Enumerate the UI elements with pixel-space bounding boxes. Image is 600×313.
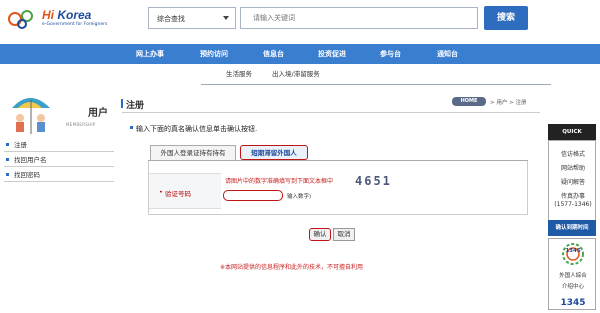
subnav-divider <box>201 84 551 85</box>
brand-tagline: e-Government for Foreigners <box>42 22 108 27</box>
site-logo[interactable]: Hi Korea e-Government for Foreigners <box>8 8 108 30</box>
breadcrumb: > 用户 > 注册 <box>490 100 527 106</box>
confirm-button[interactable]: 确认 <box>309 228 331 241</box>
nav-item-notice[interactable]: 通知台 <box>437 44 458 64</box>
verification-code-label: 验证号码 <box>159 188 191 198</box>
search-button[interactable]: 搜索 <box>484 6 528 30</box>
quick-header: QUICK <box>548 124 596 140</box>
captcha-input[interactable] <box>223 190 283 201</box>
brand-name: Hi Korea <box>42 8 92 22</box>
sidebar-item-find-password[interactable]: 找回密码 <box>4 168 114 182</box>
quick-item-fax-service[interactable]: 传真办事 <box>549 191 597 200</box>
search-category-select[interactable]: 综合查找 <box>148 7 236 29</box>
quick-item-petition-form[interactable]: 信访格式 <box>549 149 597 158</box>
captcha-input-note: 输入数字) <box>287 194 312 200</box>
search-category-value: 综合查找 <box>157 15 185 23</box>
sidebar-item-find-username[interactable]: 找回用户名 <box>4 153 114 167</box>
page-title: 注册 <box>120 98 144 111</box>
quick-item-site-help[interactable]: 网站帮助 <box>549 163 597 172</box>
captcha-image: 4651 <box>355 174 392 188</box>
subnav-life-service[interactable]: 生活服务 <box>226 68 252 78</box>
umbrella-family-illustration-icon <box>12 98 50 134</box>
copyright-notice: ※本网站提供的信息程序和此外的技术，不可擅自利用 <box>220 264 364 271</box>
check-expiry-button[interactable]: 确认到期时间 <box>548 220 596 236</box>
quick-item-faq[interactable]: 疑问解答 <box>549 177 597 186</box>
sidebar-banner: 用户 MEMBERSHIP <box>8 88 114 136</box>
main-nav: 网上办事 预约访问 信息台 投资促进 参与台 通知台 <box>0 44 600 64</box>
instruction-text: 输入下面的真名确认信息单击确认按钮. <box>129 125 258 133</box>
sidebar-subtitle: MEMBERSHIP <box>66 122 96 127</box>
nav-item-online-service[interactable]: 网上办事 <box>136 44 164 64</box>
contact-center-number: 1345 <box>560 298 586 308</box>
nav-item-info[interactable]: 信息台 <box>263 44 284 64</box>
immigration-contact-center[interactable]: 1345 外国人綜合 介绍中心 1345 <box>548 238 596 310</box>
contact-center-logo-icon <box>562 243 584 265</box>
captcha-hint: 请图片中的数字准确填写到下面文本框中 <box>225 178 334 185</box>
tab-short-term-foreigner[interactable]: 短期滞留外国人 <box>240 145 308 160</box>
nav-item-reservation[interactable]: 预约访问 <box>200 44 228 64</box>
quick-item-fax-number: (1577-1346) <box>554 201 592 208</box>
cancel-button[interactable]: 取消 <box>333 228 355 241</box>
sidebar-title: 用户 <box>88 108 108 119</box>
chevron-down-icon <box>223 16 229 20</box>
nav-item-investment[interactable]: 投资促进 <box>318 44 346 64</box>
contact-center-name-line1: 外国人綜合 <box>559 273 587 279</box>
title-divider <box>122 112 540 113</box>
contact-center-logo-number: 1345 <box>565 248 581 254</box>
search-input[interactable] <box>240 7 478 29</box>
hi-korea-logo-icon <box>8 10 33 29</box>
verification-form: 验证号码 请图片中的数字准确填写到下面文本框中 4651 输入数字) <box>148 161 528 215</box>
contact-center-name-line2: 介绍中心 <box>561 284 584 290</box>
form-label-cell: 验证号码 <box>149 173 221 209</box>
sidebar-item-register[interactable]: 注册 <box>4 138 114 152</box>
breadcrumb-home[interactable]: HOME <box>452 97 486 106</box>
nav-item-participation[interactable]: 参与台 <box>380 44 401 64</box>
subnav-immigration-service[interactable]: 出入境/滞留服务 <box>272 68 320 78</box>
tab-registered-foreigner[interactable]: 外国人登录证持有持有 <box>150 145 236 160</box>
